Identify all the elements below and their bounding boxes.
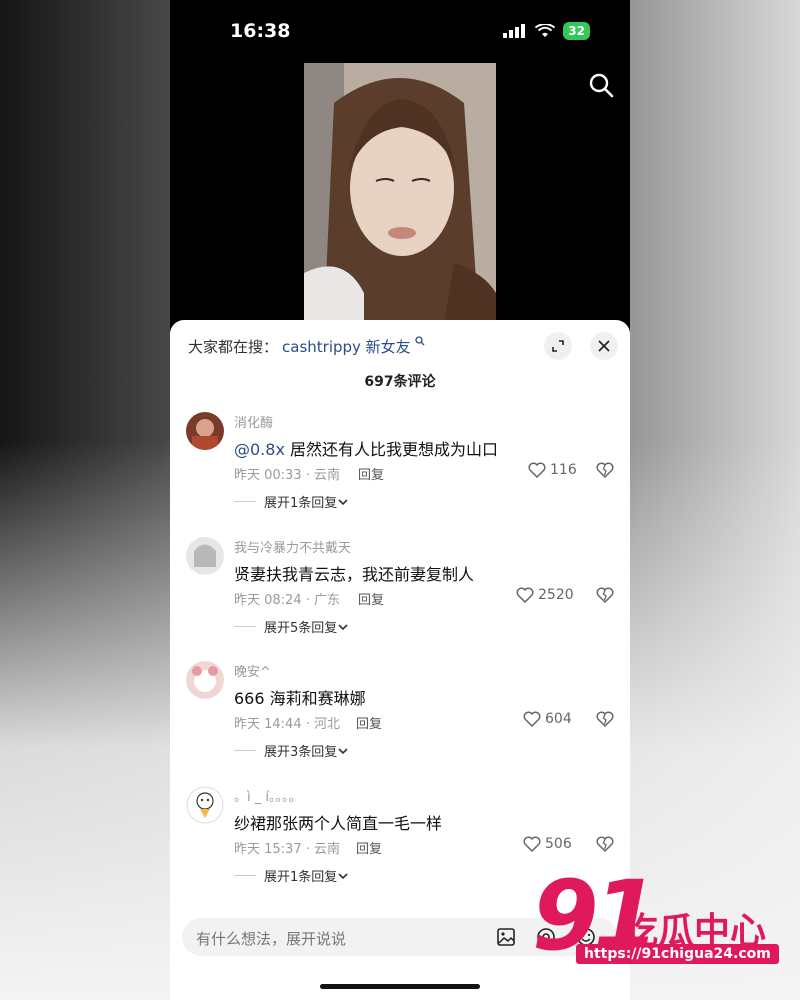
status-time: 16:38 [230,20,291,42]
like-count: 2520 [538,587,574,603]
chevron-down-icon [338,623,348,630]
phone-screen: 16:38 32 大家都在搜： cashtrippy 新女友 697条评论 消化… [170,0,630,1000]
image-icon[interactable] [496,927,516,947]
avatar[interactable] [186,412,224,450]
expand-icon [552,340,564,352]
expand-replies-label: 展开5条回复 [264,621,338,636]
avatar[interactable] [186,537,224,575]
like-button[interactable]: 2520 [516,587,574,603]
comment-item: 消化酶 @0.8x 居然还有人比我更想成为山口 昨天 00:33 · 云南 回复… [170,412,630,532]
like-button[interactable]: 604 [523,711,572,727]
comment-username[interactable]: 晚安^ [234,661,271,680]
heart-icon [523,836,541,852]
home-indicator [320,984,480,989]
chevron-down-icon [338,872,348,879]
comment-text: 666 海莉和赛琳娜 [234,685,366,709]
status-bar: 16:38 32 [170,0,630,60]
reply-button[interactable]: 回复 [358,589,384,608]
broken-heart-icon [596,711,614,728]
comment-meta: 昨天 14:44 · 河北 [234,717,340,732]
broken-heart-icon [596,462,614,479]
comment-text: @0.8x 居然还有人比我更想成为山口 [234,436,498,460]
comment-input-placeholder: 有什么想法，展开说说 [196,930,347,948]
expand-sheet-button[interactable] [544,332,572,360]
comment-text: 纱裙那张两个人简直一毛一样 [234,810,442,834]
search-icon [415,336,425,346]
chevron-down-icon [338,747,348,754]
dislike-button[interactable] [596,587,614,607]
avatar[interactable] [186,661,224,699]
wifi-icon [535,24,556,37]
signal-icon [503,24,526,38]
reply-button[interactable]: 回复 [356,838,382,857]
reply-button[interactable]: 回复 [356,713,382,732]
watermark-url: https://91chigua24.com [576,944,779,964]
search-button[interactable] [588,72,614,102]
comment-meta: 昨天 15:37 · 云南 [234,842,340,857]
expand-replies-button[interactable]: 展开3条回复 [234,741,349,760]
expand-replies-button[interactable]: 展开1条回复 [234,492,349,511]
heart-icon [516,587,534,603]
dislike-button[interactable] [596,836,614,856]
watermark: 91 吃瓜中心 https://91chigua24.com [530,860,780,982]
trending-search[interactable]: 大家都在搜： cashtrippy 新女友 [188,336,425,357]
broken-heart-icon [596,587,614,604]
divider-line [234,750,256,751]
comment-item: 我与冷暴力不共戴天 贤妻扶我青云志，我还前妻复制人 昨天 08:24 · 广东 … [170,537,630,657]
comment-body: 纱裙那张两个人简直一毛一样 [234,814,443,833]
trending-query-link[interactable]: cashtrippy 新女友 [282,338,411,356]
like-button[interactable]: 506 [523,836,572,852]
search-icon [589,73,614,98]
heart-icon [528,462,546,478]
broken-heart-icon [596,836,614,853]
dislike-button[interactable] [596,711,614,731]
comment-meta: 昨天 00:33 · 云南 [234,468,340,483]
expand-replies-label: 展开1条回复 [264,870,338,885]
close-button[interactable] [590,332,618,360]
expand-replies-label: 展开3条回复 [264,745,338,760]
status-icons: 32 [503,22,590,40]
heart-icon [523,711,541,727]
expand-replies-button[interactable]: 展开5条回复 [234,617,349,636]
like-count: 604 [545,711,572,727]
divider-line [234,501,256,502]
comment-item: 晚安^ 666 海莉和赛琳娜 昨天 14:44 · 河北 回复 604 展开3条… [170,661,630,781]
video-frame-image [304,63,496,323]
comment-username[interactable]: 消化酶 [234,412,273,431]
dislike-button[interactable] [596,462,614,482]
expand-replies-label: 展开1条回复 [264,496,338,511]
trending-prefix: 大家都在搜： [188,338,279,356]
reply-button[interactable]: 回复 [358,464,384,483]
comment-body: 居然还有人比我更想成为山口 [284,440,499,459]
comment-mention[interactable]: @0.8x [234,440,285,459]
like-button[interactable]: 116 [528,462,577,478]
comment-text: 贤妻扶我青云志，我还前妻复制人 [234,561,474,585]
like-count: 116 [550,462,577,478]
comment-count: 697条评论 [364,374,436,390]
comment-meta: 昨天 08:24 · 广东 [234,593,340,608]
comment-username[interactable]: 。ì _ í。。。。 [234,786,302,805]
expand-replies-button[interactable]: 展开1条回复 [234,866,349,885]
comment-body: 贤妻扶我青云志，我还前妻复制人 [234,565,475,584]
chevron-down-icon [338,498,348,505]
video-player[interactable] [304,63,496,323]
comment-body: 666 海莉和赛琳娜 [234,689,366,708]
close-icon [598,340,610,352]
battery-indicator: 32 [563,22,590,40]
divider-line [234,875,256,876]
divider-line [234,626,256,627]
comment-username[interactable]: 我与冷暴力不共戴天 [234,537,351,556]
like-count: 506 [545,836,572,852]
avatar[interactable] [186,786,224,824]
